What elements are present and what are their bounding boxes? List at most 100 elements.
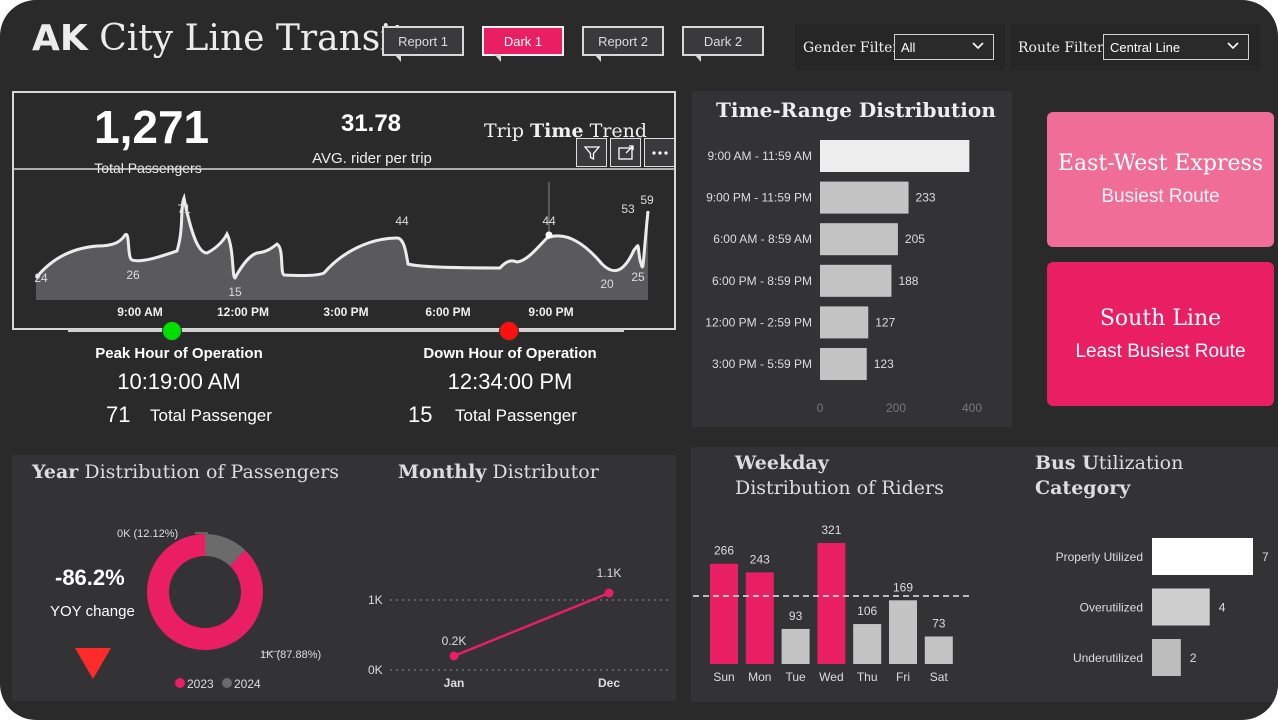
report2-button-label: Report 2 — [598, 33, 648, 49]
weekday-day: Mon — [748, 670, 771, 684]
trip-point-label: 26 — [126, 268, 140, 282]
weekday-day: Tue — [785, 670, 806, 684]
trip-point-label: 44 — [542, 214, 556, 228]
bus-bar — [1152, 538, 1253, 575]
dark1-button-label: Dark 1 — [503, 33, 543, 49]
dark2-button[interactable]: Dark 2 — [682, 26, 764, 62]
least-route-name: South Line — [1099, 305, 1222, 331]
time-range-category: 9:00 AM - 11:59 AM — [707, 149, 812, 163]
dark2-button-label: Dark 2 — [703, 33, 743, 49]
title-rest: City Line Transit — [99, 18, 407, 59]
trip-point-label: 71 — [177, 202, 191, 216]
time-slider-track[interactable] — [68, 329, 624, 332]
peak-marker[interactable] — [162, 321, 182, 341]
gender-filter-value: All — [901, 39, 916, 55]
year-donut-chart: 0K (12.12%) 1K (87.88%) 2023 2024 — [117, 528, 321, 691]
trip-x-tick: 6:00 PM — [425, 305, 470, 319]
monthly-x-label: Dec — [598, 676, 620, 690]
title-bold: AK — [32, 18, 88, 59]
monthly-point — [449, 651, 459, 661]
route-filter-value: Central Line — [1110, 39, 1181, 55]
weekday-bar-chart: 266 Sun 243 Mon 93 Tue 321 Wed 106 Thu 169 Fri 73 Sat — [693, 523, 971, 684]
bus-category: Underutilized — [1073, 651, 1143, 665]
dark1-button[interactable]: Dark 1 — [482, 26, 564, 62]
weekday-bar — [817, 543, 846, 664]
route-filter-select[interactable]: Central Line — [1103, 34, 1249, 60]
trip-x-tick: 9:00 PM — [528, 305, 573, 319]
monthly-line-chart: 1K 0K Jan Dec 0.2K 1.1K — [368, 566, 670, 690]
weekday-value: 93 — [789, 609, 803, 623]
slice-2024-label: 0K (12.12%) — [117, 528, 178, 540]
monthly-point-label: 1.1K — [597, 566, 622, 580]
bus-title-line1: Bus Utilization — [1035, 452, 1183, 474]
time-range-bar — [820, 223, 898, 256]
down-hour-count: 15 — [408, 402, 433, 427]
legend-2024-label: 2024 — [234, 677, 261, 691]
time-range-bar — [820, 306, 869, 339]
trip-point-label: 53 — [621, 202, 635, 216]
peak-hour-time: 10:19:00 AM — [117, 369, 241, 394]
year-title: Year Distribution of Passengers — [32, 461, 339, 483]
monthly-x-label: Jan — [444, 676, 465, 690]
time-range-tick: 400 — [962, 401, 982, 415]
busiest-route-label: Busiest Route — [1101, 186, 1220, 207]
bus-category: Properly Utilized — [1056, 550, 1143, 564]
time-range-bar — [820, 348, 867, 380]
time-range-category: 6:00 PM - 8:59 PM — [712, 274, 812, 288]
monthly-title-bold: Monthly — [398, 461, 487, 483]
busiest-route-card: East-West Express Busiest Route — [1047, 112, 1274, 247]
report1-button[interactable]: Report 1 — [382, 26, 464, 62]
slice-2023-label: 1K (87.88%) — [260, 649, 321, 661]
weekday-bar — [710, 563, 738, 664]
down-hour-time: 12:34:00 PM — [447, 369, 573, 394]
down-hour-count-label: Total Passenger — [455, 406, 577, 425]
time-range-value: 123 — [874, 357, 894, 371]
down-marker[interactable] — [499, 321, 519, 341]
trip-point-label: 59 — [640, 193, 654, 207]
report2-button[interactable]: Report 2 — [582, 26, 664, 62]
trip-hover-point — [545, 231, 553, 239]
weekday-title-bold: Weekday — [735, 452, 829, 474]
weekday-value: 106 — [857, 604, 877, 618]
gender-filter-select[interactable]: All — [894, 34, 994, 60]
trip-x-tick: 3:00 PM — [323, 305, 368, 319]
route-filter-label: Route Filter — [1018, 40, 1104, 56]
time-range-category: 6:00 AM - 8:59 AM — [713, 232, 812, 246]
time-range-value: 188 — [898, 274, 918, 288]
gender-filter-label: Gender Filter — [803, 40, 900, 56]
monthly-point-label: 0.2K — [442, 634, 467, 648]
page-title: AK City Line Transit — [32, 18, 406, 59]
time-range-value: 233 — [916, 191, 936, 205]
bus-title-bold: Bus U — [1035, 452, 1099, 474]
bus-title-rest: tilization — [1098, 452, 1184, 474]
focus-mode-icon[interactable] — [610, 138, 641, 167]
weekday-bar — [889, 600, 917, 664]
weekday-value: 321 — [821, 523, 841, 537]
time-range-bar — [820, 181, 909, 214]
more-options-icon[interactable] — [644, 138, 675, 167]
weekday-value: 73 — [932, 616, 946, 630]
weekday-day: Fri — [896, 670, 910, 684]
monthly-y-tick: 0K — [368, 663, 383, 677]
weekday-day: Wed — [819, 670, 843, 684]
peak-hour-title: Peak Hour of Operation — [95, 345, 263, 362]
peak-hour-count: 71 — [106, 402, 131, 427]
time-range-chart: 9:00 AM - 11:59 AM 9:00 PM - 11:59 PM 233 6… — [705, 140, 982, 415]
chevron-down-icon — [971, 39, 985, 56]
down-hour-title: Down Hour of Operation — [423, 345, 597, 362]
total-passengers-value: 1,271 — [94, 101, 210, 153]
filter-icon[interactable] — [576, 138, 607, 167]
bus-value: 2 — [1190, 651, 1197, 665]
legend-2024-swatch — [222, 678, 232, 688]
least-route-label: Least Busiest Route — [1075, 340, 1246, 362]
time-range-title: Time-Range Distribution — [716, 98, 996, 122]
bus-bar — [1152, 588, 1210, 626]
report1-button-label: Report 1 — [398, 33, 448, 49]
monthly-point — [604, 588, 614, 598]
avg-rider-label: AVG. rider per trip — [312, 150, 432, 167]
weekday-bar — [853, 624, 882, 664]
trip-point-label: 24 — [34, 271, 48, 285]
least-route-card: South Line Least Busiest Route — [1047, 262, 1274, 406]
time-range-category: 9:00 PM - 11:59 PM — [706, 191, 812, 205]
weekday-bar — [781, 628, 810, 664]
